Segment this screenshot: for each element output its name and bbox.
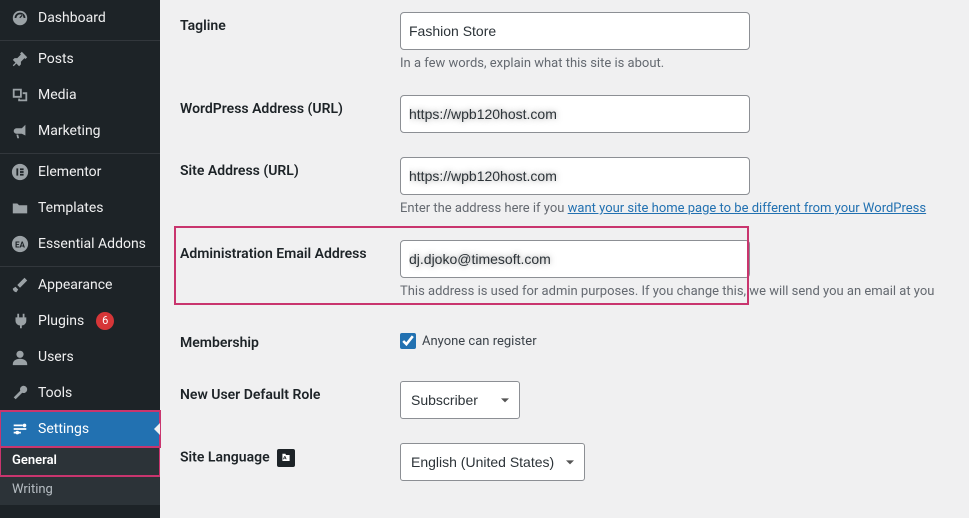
tagline-help: In a few words, explain what this site i… (400, 56, 959, 71)
svg-text:EA: EA (15, 240, 26, 250)
admin-sidebar: Dashboard Posts Media Marketing Elemento… (0, 0, 160, 518)
row-wpurl: WordPress Address (URL) (180, 83, 959, 145)
megaphone-icon (10, 121, 30, 141)
sidebar-label: Users (38, 348, 74, 366)
sliders-icon (10, 419, 30, 439)
sidebar-item-essential-addons[interactable]: EA Essential Addons (0, 226, 160, 262)
settings-submenu: General Writing (0, 447, 160, 505)
admin-email-help: This address is used for admin purposes.… (400, 284, 959, 299)
membership-checkbox[interactable] (400, 333, 416, 349)
sidebar-label: Dashboard (38, 9, 106, 27)
sidebar-item-dashboard[interactable]: Dashboard (0, 0, 160, 36)
submenu-item-general[interactable]: General (0, 447, 160, 476)
sidebar-label: Posts (38, 50, 74, 68)
sidebar-label: Essential Addons (38, 235, 146, 253)
sidebar-label: Settings (38, 420, 89, 438)
settings-general-form: Tagline In a few words, explain what thi… (160, 0, 969, 518)
wpurl-input[interactable] (400, 95, 750, 133)
admin-email-input[interactable] (400, 240, 750, 278)
row-default-role: New User Default Role Subscriber (180, 369, 959, 431)
default-role-select[interactable]: Subscriber (400, 381, 520, 419)
row-tagline: Tagline In a few words, explain what thi… (180, 0, 959, 83)
sidebar-item-plugins[interactable]: Plugins 6 (0, 303, 160, 339)
sidebar-label: Marketing (38, 122, 101, 140)
row-membership: Membership Anyone can register (180, 311, 959, 369)
user-icon (10, 347, 30, 367)
folder-icon (10, 198, 30, 218)
label-language: Site Language (180, 443, 400, 467)
sidebar-item-marketing[interactable]: Marketing (0, 113, 160, 149)
tagline-input[interactable] (400, 12, 750, 50)
label-admin-email: Administration Email Address (180, 240, 400, 262)
sidebar-item-tools[interactable]: Tools (0, 375, 160, 411)
row-language: Site Language English (United States) (180, 431, 959, 493)
sidebar-label: Tools (38, 384, 72, 402)
siteurl-help-link[interactable]: want your site home page to be different… (568, 201, 926, 216)
update-badge: 6 (96, 312, 114, 330)
submenu-item-writing[interactable]: Writing (0, 476, 160, 505)
wrench-icon (10, 383, 30, 403)
sidebar-label: Elementor (38, 163, 101, 181)
elementor-icon (10, 162, 30, 182)
plugin-icon (10, 311, 30, 331)
ea-icon: EA (10, 234, 30, 254)
brush-icon (10, 275, 30, 295)
sidebar-label: Plugins (38, 312, 84, 330)
sidebar-item-settings[interactable]: Settings (0, 411, 160, 447)
membership-checkbox-wrap[interactable]: Anyone can register (400, 329, 959, 349)
sidebar-item-appearance[interactable]: Appearance (0, 267, 160, 303)
sidebar-item-elementor[interactable]: Elementor (0, 154, 160, 190)
label-wpurl: WordPress Address (URL) (180, 95, 400, 117)
sidebar-item-users[interactable]: Users (0, 339, 160, 375)
siteurl-help: Enter the address here if you want your … (400, 201, 959, 216)
sidebar-label: Media (38, 86, 77, 104)
help-text: Enter the address here if you (400, 201, 568, 216)
media-icon (10, 85, 30, 105)
language-label-text: Site Language (180, 450, 270, 466)
sidebar-label: Appearance (38, 276, 112, 294)
row-admin-email: Administration Email Address This addres… (180, 228, 959, 311)
pin-icon (10, 49, 30, 69)
siteurl-input[interactable] (400, 157, 750, 195)
row-siteurl: Site Address (URL) Enter the address her… (180, 145, 959, 228)
sidebar-item-media[interactable]: Media (0, 77, 160, 113)
label-membership: Membership (180, 329, 400, 351)
sidebar-label: Templates (38, 199, 104, 217)
label-default-role: New User Default Role (180, 381, 400, 403)
language-select[interactable]: English (United States) (400, 443, 585, 481)
label-siteurl: Site Address (URL) (180, 157, 400, 179)
translate-icon (277, 449, 295, 467)
sidebar-item-templates[interactable]: Templates (0, 190, 160, 226)
dashboard-icon (10, 8, 30, 28)
membership-checkbox-label: Anyone can register (422, 334, 537, 349)
sidebar-item-posts[interactable]: Posts (0, 41, 160, 77)
label-tagline: Tagline (180, 12, 400, 34)
